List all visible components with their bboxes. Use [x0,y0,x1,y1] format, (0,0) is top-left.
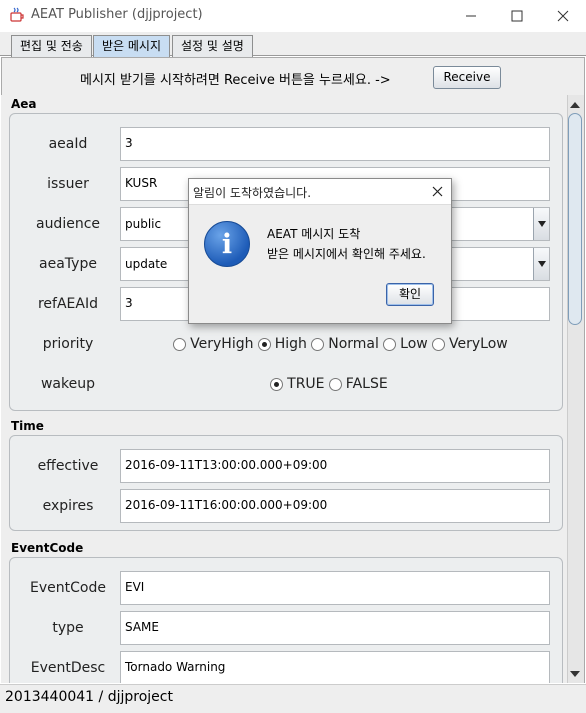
minimize-button[interactable] [448,0,494,32]
eventdesc-field[interactable]: Tornado Warning [120,651,550,683]
expires-label: expires [42,498,94,514]
priority-radio-normal[interactable] [311,338,325,351]
chevron-down-icon[interactable] [533,208,549,240]
wakeup-option-label: TRUE [287,376,325,392]
scrollbar-thumb[interactable] [568,113,582,325]
maximize-button[interactable] [494,0,540,32]
refaeaid-label: refAEAId [37,296,98,312]
wakeup-radio-true[interactable] [270,378,283,391]
aea-section-label: Aea [11,97,37,111]
priority-option-label: VeryHigh [190,336,254,352]
receive-button[interactable]: Receive [433,66,501,89]
eventcode-section-label: EventCode [11,541,84,555]
receive-instruction: 메시지 받기를 시작하려면 Receive 버튼을 누르세요. -> [80,73,391,88]
priority-label: priority [42,336,94,352]
expires-field[interactable]: 2016-09-11T16:00:00.000+09:00 [120,489,550,523]
aeatype-label: aeaType [39,256,97,272]
priority-radio-group: VeryHigh High Normal Low VeryLow [173,336,508,352]
type-label: type [52,620,84,636]
dialog-message-line2: 받은 메시지에서 확인해 주세요. [267,247,426,261]
info-icon: i [204,221,250,267]
tab-edit-send[interactable]: 편집 및 전송 [11,35,92,57]
aeaid-label: aeaId [48,136,88,152]
wakeup-radio-false[interactable] [328,378,342,391]
priority-option-label: Normal [328,336,379,352]
effective-field[interactable]: 2016-09-11T13:00:00.000+09:00 [120,449,550,483]
type-field[interactable]: SAME [120,611,550,645]
notification-dialog: 알림이 도착하였습니다. i AEAT 메시지 도착 받은 메시지에서 확인해 … [188,178,452,324]
priority-radio-high[interactable] [257,338,271,351]
priority-radio-low[interactable] [383,338,397,351]
aeaid-field[interactable]: 3 [120,127,550,161]
maximize-icon [511,10,523,22]
priority-option-label: VeryLow [449,336,508,352]
window-title: AEAT Publisher (djjproject) [31,7,203,22]
close-icon [557,10,569,22]
chevron-down-icon[interactable] [533,248,549,280]
audience-value: public [125,217,162,231]
java-app-icon [9,7,25,23]
eventdesc-label: EventDesc [30,660,106,676]
close-button[interactable] [540,0,586,32]
minimize-icon [466,15,476,17]
dialog-close-icon[interactable] [427,181,447,201]
priority-option-label: High [274,336,307,352]
wakeup-label: wakeup [40,376,95,392]
status-text: 2013440041 / djjproject [5,689,173,705]
aeatype-value: update [125,257,168,271]
wakeup-option-label: FALSE [345,376,388,392]
effective-label: effective [37,458,99,474]
eventcode-label: EventCode [30,580,106,596]
priority-option-label: Low [400,336,428,352]
issuer-label: issuer [47,176,89,192]
scroll-down-icon[interactable] [569,668,581,683]
audience-label: audience [35,216,101,232]
tab-settings-help[interactable]: 설정 및 설명 [172,35,253,57]
tab-received-messages[interactable]: 받은 메시지 [93,35,171,58]
dialog-message-line1: AEAT 메시지 도착 [267,227,361,241]
wakeup-radio-group: TRUE FALSE [270,376,388,392]
dialog-ok-button[interactable]: 확인 [386,283,434,306]
scroll-up-icon[interactable] [569,98,581,113]
dialog-title: 알림이 도착하였습니다. [193,186,312,200]
time-section-label: Time [11,419,44,433]
eventcode-field[interactable]: EVI [120,571,550,605]
priority-radio-verylow[interactable] [431,338,445,351]
priority-radio-veryhigh[interactable] [173,338,186,351]
